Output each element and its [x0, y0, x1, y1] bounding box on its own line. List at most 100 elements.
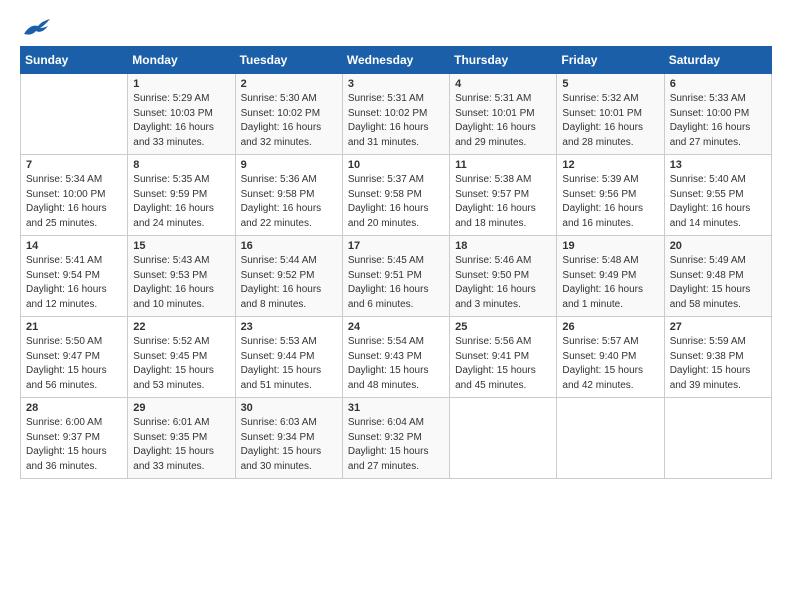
- day-number: 6: [670, 78, 766, 90]
- calendar-cell: 20Sunrise: 5:49 AMSunset: 9:48 PMDayligh…: [664, 236, 771, 317]
- day-number: 7: [26, 159, 122, 171]
- day-info: Sunrise: 5:31 AMSunset: 10:01 PMDaylight…: [455, 92, 551, 150]
- weekday-header-sunday: Sunday: [21, 47, 128, 74]
- week-row-2: 7 Sunrise: 5:34 AMSunset: 10:00 PMDayligh…: [21, 155, 772, 236]
- day-info: Sunrise: 5:33 AMSunset: 10:00 PMDaylight…: [670, 92, 766, 150]
- day-info: Sunrise: 5:32 AMSunset: 10:01 PMDaylight…: [562, 92, 658, 150]
- day-number: 5: [562, 78, 658, 90]
- day-info: Sunrise: 5:41 AMSunset: 9:54 PMDaylight:…: [26, 254, 122, 312]
- weekday-header-thursday: Thursday: [450, 47, 557, 74]
- logo-bird-icon: [22, 16, 50, 38]
- day-info: Sunrise: 5:45 AMSunset: 9:51 PMDaylight:…: [348, 254, 444, 312]
- calendar-cell: 16Sunrise: 5:44 AMSunset: 9:52 PMDayligh…: [235, 236, 342, 317]
- day-number: 21: [26, 321, 122, 333]
- week-row-5: 28 Sunrise: 6:00 AMSunset: 9:37 PMDayligh…: [21, 398, 772, 479]
- weekday-header-friday: Friday: [557, 47, 664, 74]
- calendar-cell: 27 Sunrise: 5:59 AMSunset: 9:38 PMDayligh…: [664, 317, 771, 398]
- day-number: 13: [670, 159, 766, 171]
- day-info: Sunrise: 5:38 AMSunset: 9:57 PMDaylight:…: [455, 173, 551, 231]
- day-info: Sunrise: 5:52 AMSunset: 9:45 PMDaylight:…: [133, 335, 229, 393]
- calendar-cell: 1 Sunrise: 5:29 AMSunset: 10:03 PMDayligh…: [128, 74, 235, 155]
- day-number: 1: [133, 78, 229, 90]
- day-info: Sunrise: 5:34 AMSunset: 10:00 PMDaylight…: [26, 173, 122, 231]
- day-number: 26: [562, 321, 658, 333]
- day-number: 11: [455, 159, 551, 171]
- day-number: 4: [455, 78, 551, 90]
- day-info: Sunrise: 5:31 AMSunset: 10:02 PMDaylight…: [348, 92, 444, 150]
- day-number: 31: [348, 402, 444, 414]
- calendar-table: SundayMondayTuesdayWednesdayThursdayFrid…: [20, 46, 772, 479]
- calendar-cell: 21Sunrise: 5:50 AMSunset: 9:47 PMDayligh…: [21, 317, 128, 398]
- logo: [20, 16, 50, 38]
- day-number: 2: [241, 78, 337, 90]
- day-number: 18: [455, 240, 551, 252]
- day-number: 17: [348, 240, 444, 252]
- day-info: Sunrise: 6:03 AMSunset: 9:34 PMDaylight:…: [241, 416, 337, 474]
- calendar-cell: 10 Sunrise: 5:37 AMSunset: 9:58 PMDayligh…: [342, 155, 449, 236]
- calendar-cell: 18 Sunrise: 5:46 AMSunset: 9:50 PMDayligh…: [450, 236, 557, 317]
- day-info: Sunrise: 5:57 AMSunset: 9:40 PMDaylight:…: [562, 335, 658, 393]
- day-info: Sunrise: 5:59 AMSunset: 9:38 PMDaylight:…: [670, 335, 766, 393]
- weekday-header-tuesday: Tuesday: [235, 47, 342, 74]
- calendar-cell: [21, 74, 128, 155]
- day-number: 12: [562, 159, 658, 171]
- day-info: Sunrise: 5:29 AMSunset: 10:03 PMDaylight…: [133, 92, 229, 150]
- day-number: 27: [670, 321, 766, 333]
- page-header: [20, 16, 772, 38]
- calendar-cell: [557, 398, 664, 479]
- calendar-cell: 3 Sunrise: 5:31 AMSunset: 10:02 PMDayligh…: [342, 74, 449, 155]
- calendar-cell: 13 Sunrise: 5:40 AMSunset: 9:55 PMDayligh…: [664, 155, 771, 236]
- day-info: Sunrise: 5:56 AMSunset: 9:41 PMDaylight:…: [455, 335, 551, 393]
- day-number: 8: [133, 159, 229, 171]
- weekday-header-wednesday: Wednesday: [342, 47, 449, 74]
- calendar-cell: 19 Sunrise: 5:48 AMSunset: 9:49 PMDayligh…: [557, 236, 664, 317]
- day-info: Sunrise: 5:35 AMSunset: 9:59 PMDaylight:…: [133, 173, 229, 231]
- calendar-cell: 23Sunrise: 5:53 AMSunset: 9:44 PMDayligh…: [235, 317, 342, 398]
- calendar-cell: 9Sunrise: 5:36 AMSunset: 9:58 PMDaylight…: [235, 155, 342, 236]
- calendar-cell: 26 Sunrise: 5:57 AMSunset: 9:40 PMDayligh…: [557, 317, 664, 398]
- day-number: 10: [348, 159, 444, 171]
- calendar-cell: 11 Sunrise: 5:38 AMSunset: 9:57 PMDayligh…: [450, 155, 557, 236]
- calendar-cell: 30 Sunrise: 6:03 AMSunset: 9:34 PMDayligh…: [235, 398, 342, 479]
- weekday-header-row: SundayMondayTuesdayWednesdayThursdayFrid…: [21, 47, 772, 74]
- day-number: 28: [26, 402, 122, 414]
- day-info: Sunrise: 5:53 AMSunset: 9:44 PMDaylight:…: [241, 335, 337, 393]
- calendar-cell: 12 Sunrise: 5:39 AMSunset: 9:56 PMDayligh…: [557, 155, 664, 236]
- day-number: 14: [26, 240, 122, 252]
- day-info: Sunrise: 5:30 AMSunset: 10:02 PMDaylight…: [241, 92, 337, 150]
- day-info: Sunrise: 5:36 AMSunset: 9:58 PMDaylight:…: [241, 173, 337, 231]
- day-info: Sunrise: 5:54 AMSunset: 9:43 PMDaylight:…: [348, 335, 444, 393]
- calendar-cell: 25 Sunrise: 5:56 AMSunset: 9:41 PMDayligh…: [450, 317, 557, 398]
- calendar-cell: [450, 398, 557, 479]
- calendar-cell: 29 Sunrise: 6:01 AMSunset: 9:35 PMDayligh…: [128, 398, 235, 479]
- day-number: 30: [241, 402, 337, 414]
- calendar-cell: 4 Sunrise: 5:31 AMSunset: 10:01 PMDayligh…: [450, 74, 557, 155]
- day-info: Sunrise: 5:37 AMSunset: 9:58 PMDaylight:…: [348, 173, 444, 231]
- day-info: Sunrise: 5:40 AMSunset: 9:55 PMDaylight:…: [670, 173, 766, 231]
- week-row-1: 1 Sunrise: 5:29 AMSunset: 10:03 PMDayligh…: [21, 74, 772, 155]
- day-info: Sunrise: 6:00 AMSunset: 9:37 PMDaylight:…: [26, 416, 122, 474]
- day-number: 3: [348, 78, 444, 90]
- day-number: 29: [133, 402, 229, 414]
- day-info: Sunrise: 5:48 AMSunset: 9:49 PMDaylight:…: [562, 254, 658, 312]
- day-number: 24: [348, 321, 444, 333]
- week-row-4: 21Sunrise: 5:50 AMSunset: 9:47 PMDayligh…: [21, 317, 772, 398]
- day-info: Sunrise: 5:46 AMSunset: 9:50 PMDaylight:…: [455, 254, 551, 312]
- day-number: 15: [133, 240, 229, 252]
- weekday-header-saturday: Saturday: [664, 47, 771, 74]
- calendar-cell: 22 Sunrise: 5:52 AMSunset: 9:45 PMDayligh…: [128, 317, 235, 398]
- day-number: 19: [562, 240, 658, 252]
- calendar-cell: 6 Sunrise: 5:33 AMSunset: 10:00 PMDayligh…: [664, 74, 771, 155]
- week-row-3: 14 Sunrise: 5:41 AMSunset: 9:54 PMDayligh…: [21, 236, 772, 317]
- day-number: 22: [133, 321, 229, 333]
- day-number: 20: [670, 240, 766, 252]
- calendar-cell: 15 Sunrise: 5:43 AMSunset: 9:53 PMDayligh…: [128, 236, 235, 317]
- calendar-cell: [664, 398, 771, 479]
- day-info: Sunrise: 5:39 AMSunset: 9:56 PMDaylight:…: [562, 173, 658, 231]
- day-info: Sunrise: 6:01 AMSunset: 9:35 PMDaylight:…: [133, 416, 229, 474]
- calendar-cell: 17 Sunrise: 5:45 AMSunset: 9:51 PMDayligh…: [342, 236, 449, 317]
- calendar-cell: 24 Sunrise: 5:54 AMSunset: 9:43 PMDayligh…: [342, 317, 449, 398]
- day-number: 25: [455, 321, 551, 333]
- calendar-cell: 8 Sunrise: 5:35 AMSunset: 9:59 PMDaylight…: [128, 155, 235, 236]
- day-info: Sunrise: 5:43 AMSunset: 9:53 PMDaylight:…: [133, 254, 229, 312]
